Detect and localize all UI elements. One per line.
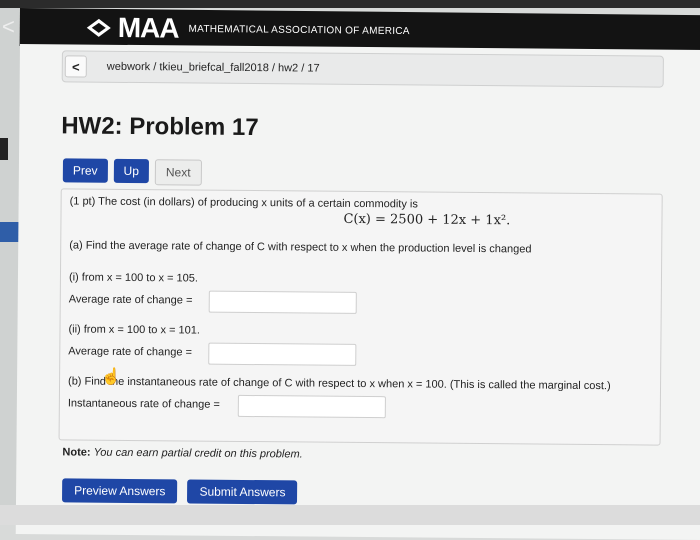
- part-a-ii-text: (ii) from x = 100 to x = 101.: [68, 323, 201, 337]
- maa-logo-text: MAA: [117, 12, 179, 44]
- problem-intro: (1 pt) The cost (in dollars) of producin…: [69, 195, 418, 211]
- bottom-edge: [0, 505, 700, 525]
- problem-box: (1 pt) The cost (in dollars) of producin…: [58, 188, 663, 446]
- breadcrumb-path[interactable]: webwork / tkieu_briefcal_fall2018 / hw2 …: [107, 61, 320, 75]
- breadcrumb: < webwork / tkieu_briefcal_fall2018 / hw…: [61, 50, 664, 88]
- inst-rate-label: Instantaneous rate of change =: [67, 397, 220, 411]
- note-label: Note:: [62, 446, 91, 459]
- cost-formula: C(x) = 2500 + 12x + 1x².: [343, 211, 511, 229]
- part-a-text: (a) Find the average rate of change of C…: [69, 239, 532, 256]
- browser-back-icon[interactable]: <: [2, 14, 15, 40]
- hand-cursor-icon: ☝: [101, 368, 122, 386]
- prev-button[interactable]: Prev: [62, 158, 108, 183]
- left-edge-bar: [0, 138, 8, 160]
- preview-answers-button[interactable]: Preview Answers: [62, 478, 178, 504]
- maa-logo-icon: [86, 18, 112, 38]
- note-text: You can earn partial credit on this prob…: [93, 446, 303, 461]
- up-button[interactable]: Up: [113, 158, 150, 184]
- avg-rate-label-2: Average rate of change =: [68, 345, 193, 359]
- maa-subtitle: MATHEMATICAL ASSOCIATION OF AMERICA: [188, 23, 410, 37]
- breadcrumb-back-button[interactable]: <: [64, 55, 87, 78]
- avg-rate-label-1: Average rate of change =: [68, 293, 193, 307]
- problem-nav: Prev Up Next: [62, 158, 202, 186]
- top-edge: [0, 0, 700, 8]
- page-title: HW2: Problem 17: [61, 112, 259, 142]
- avg-rate-input-1[interactable]: [208, 290, 357, 314]
- part-b-text: (b) Find the instantaneous rate of chang…: [68, 375, 611, 393]
- submit-answers-button[interactable]: Submit Answers: [187, 479, 298, 505]
- inst-rate-input[interactable]: [237, 394, 386, 419]
- next-button[interactable]: Next: [154, 159, 202, 186]
- avg-rate-input-2[interactable]: [208, 342, 357, 366]
- part-a-i-text: (i) from x = 100 to x = 105.: [68, 271, 199, 285]
- partial-credit-note: Note: You can earn partial credit on thi…: [62, 446, 302, 460]
- submit-row: Preview Answers Submit Answers: [62, 478, 298, 505]
- page-content: < webwork / tkieu_briefcal_fall2018 / hw…: [15, 44, 700, 540]
